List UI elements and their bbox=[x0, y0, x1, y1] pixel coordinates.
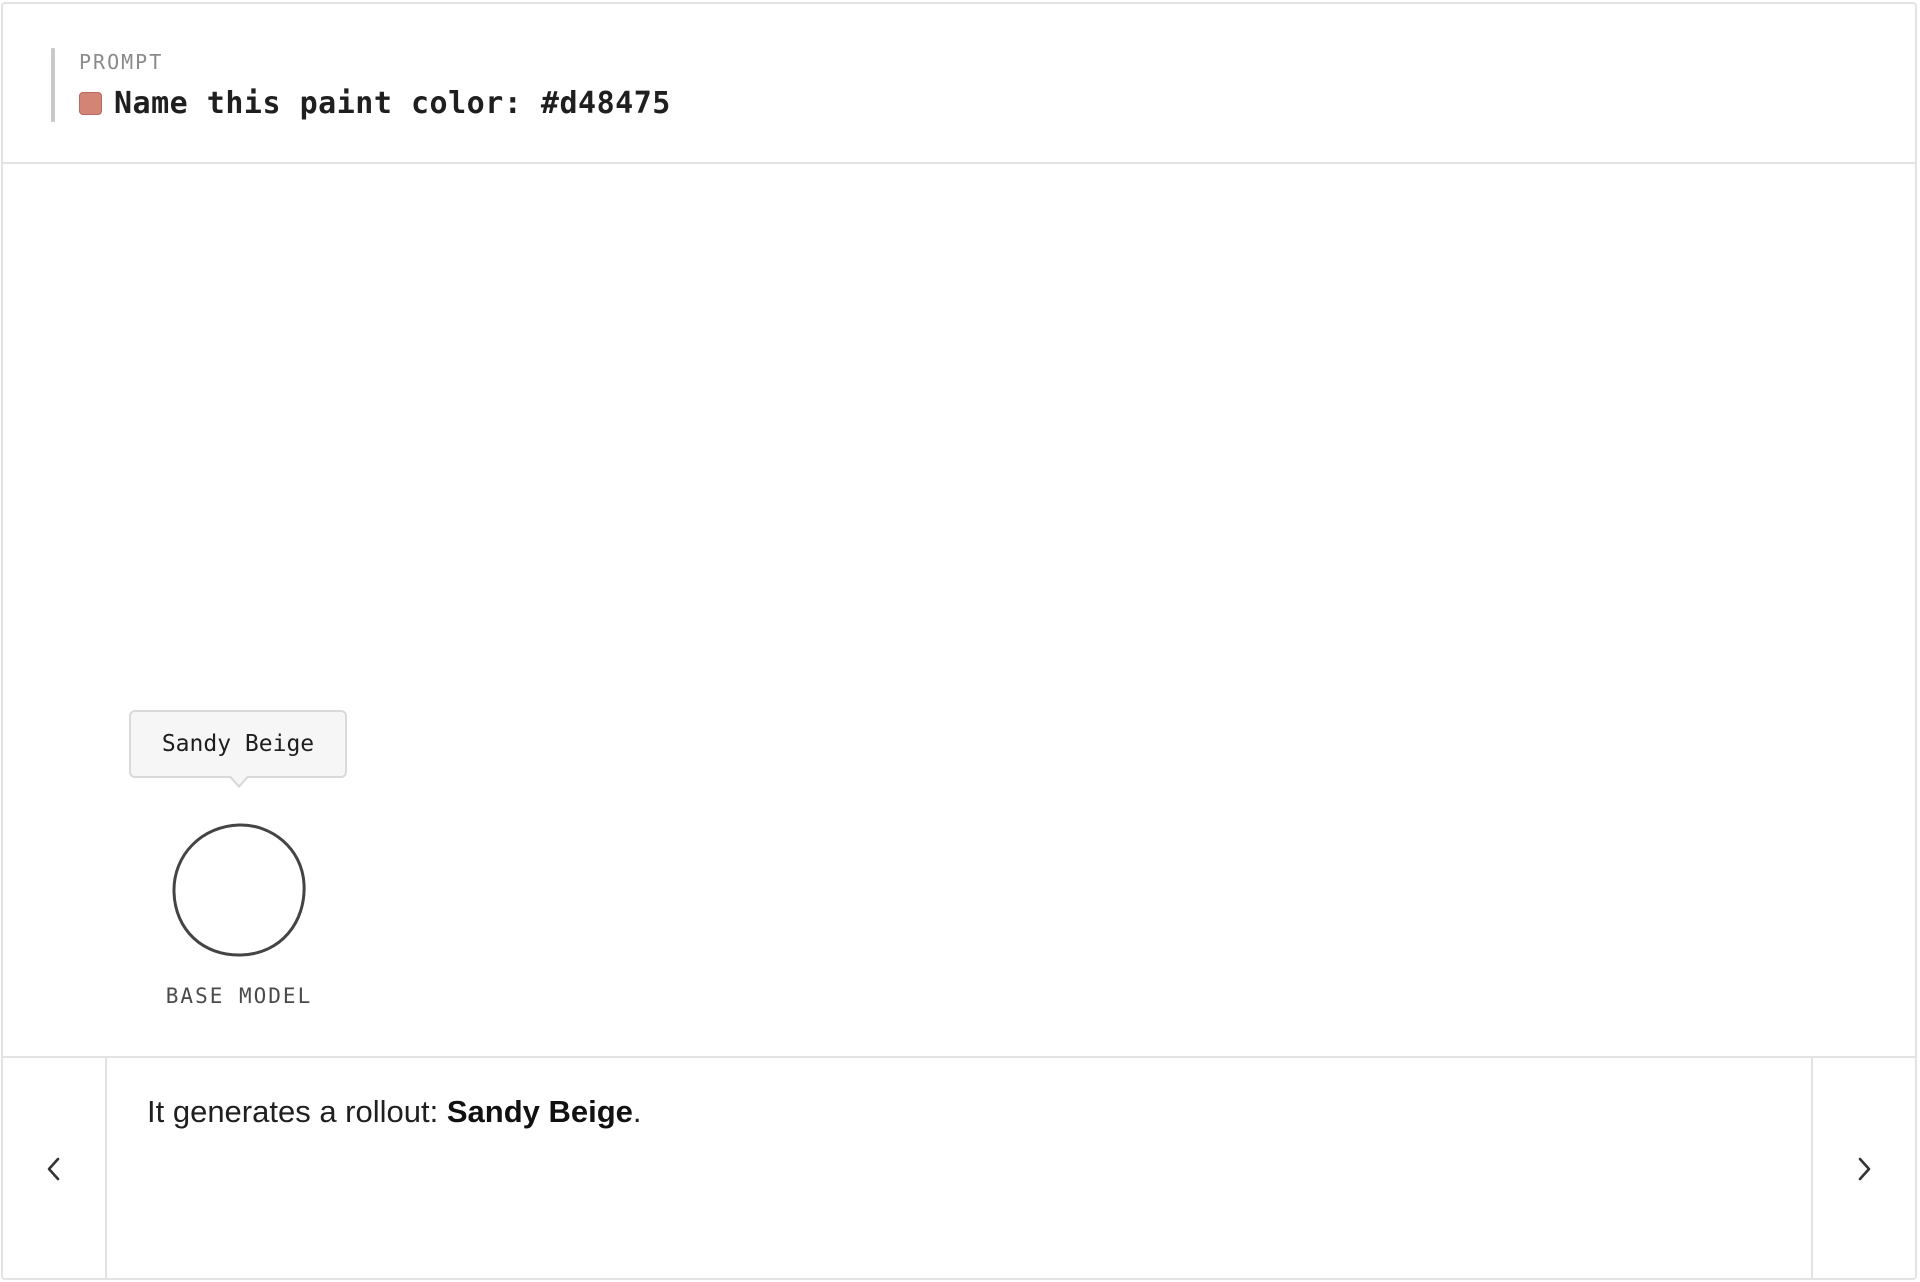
caption-row: It generates a rollout: Sandy Beige. bbox=[3, 1058, 1915, 1280]
color-swatch-icon bbox=[79, 92, 102, 115]
explainer-panel: PROMPT Name this paint color: #d48475 Sa… bbox=[1, 2, 1917, 1280]
chevron-right-icon bbox=[1858, 1157, 1871, 1181]
prompt-section: PROMPT Name this paint color: #d48475 bbox=[3, 4, 1915, 164]
base-model-circle-icon bbox=[172, 823, 306, 957]
caption-highlight: Sandy Beige bbox=[446, 1094, 633, 1129]
tooltip-arrow-fill bbox=[230, 775, 248, 785]
caption-text: It generates a rollout: Sandy Beige. bbox=[147, 1094, 642, 1130]
previous-button[interactable] bbox=[3, 1058, 107, 1280]
prompt-label: PROMPT bbox=[79, 50, 164, 74]
rollout-tooltip: Sandy Beige bbox=[129, 710, 347, 778]
chevron-left-icon bbox=[47, 1157, 60, 1181]
caption-suffix: . bbox=[632, 1094, 642, 1129]
next-button[interactable] bbox=[1811, 1058, 1915, 1280]
prompt-text: Name this paint color: #d48475 bbox=[114, 86, 671, 121]
prompt-accent-bar bbox=[51, 48, 55, 122]
prompt-line: Name this paint color: #d48475 bbox=[79, 86, 671, 121]
rollout-canvas: Sandy Beige BASE MODEL bbox=[3, 164, 1915, 1058]
caption-prefix: It generates a rollout: bbox=[147, 1094, 447, 1129]
base-model-label: BASE MODEL bbox=[165, 984, 313, 1008]
